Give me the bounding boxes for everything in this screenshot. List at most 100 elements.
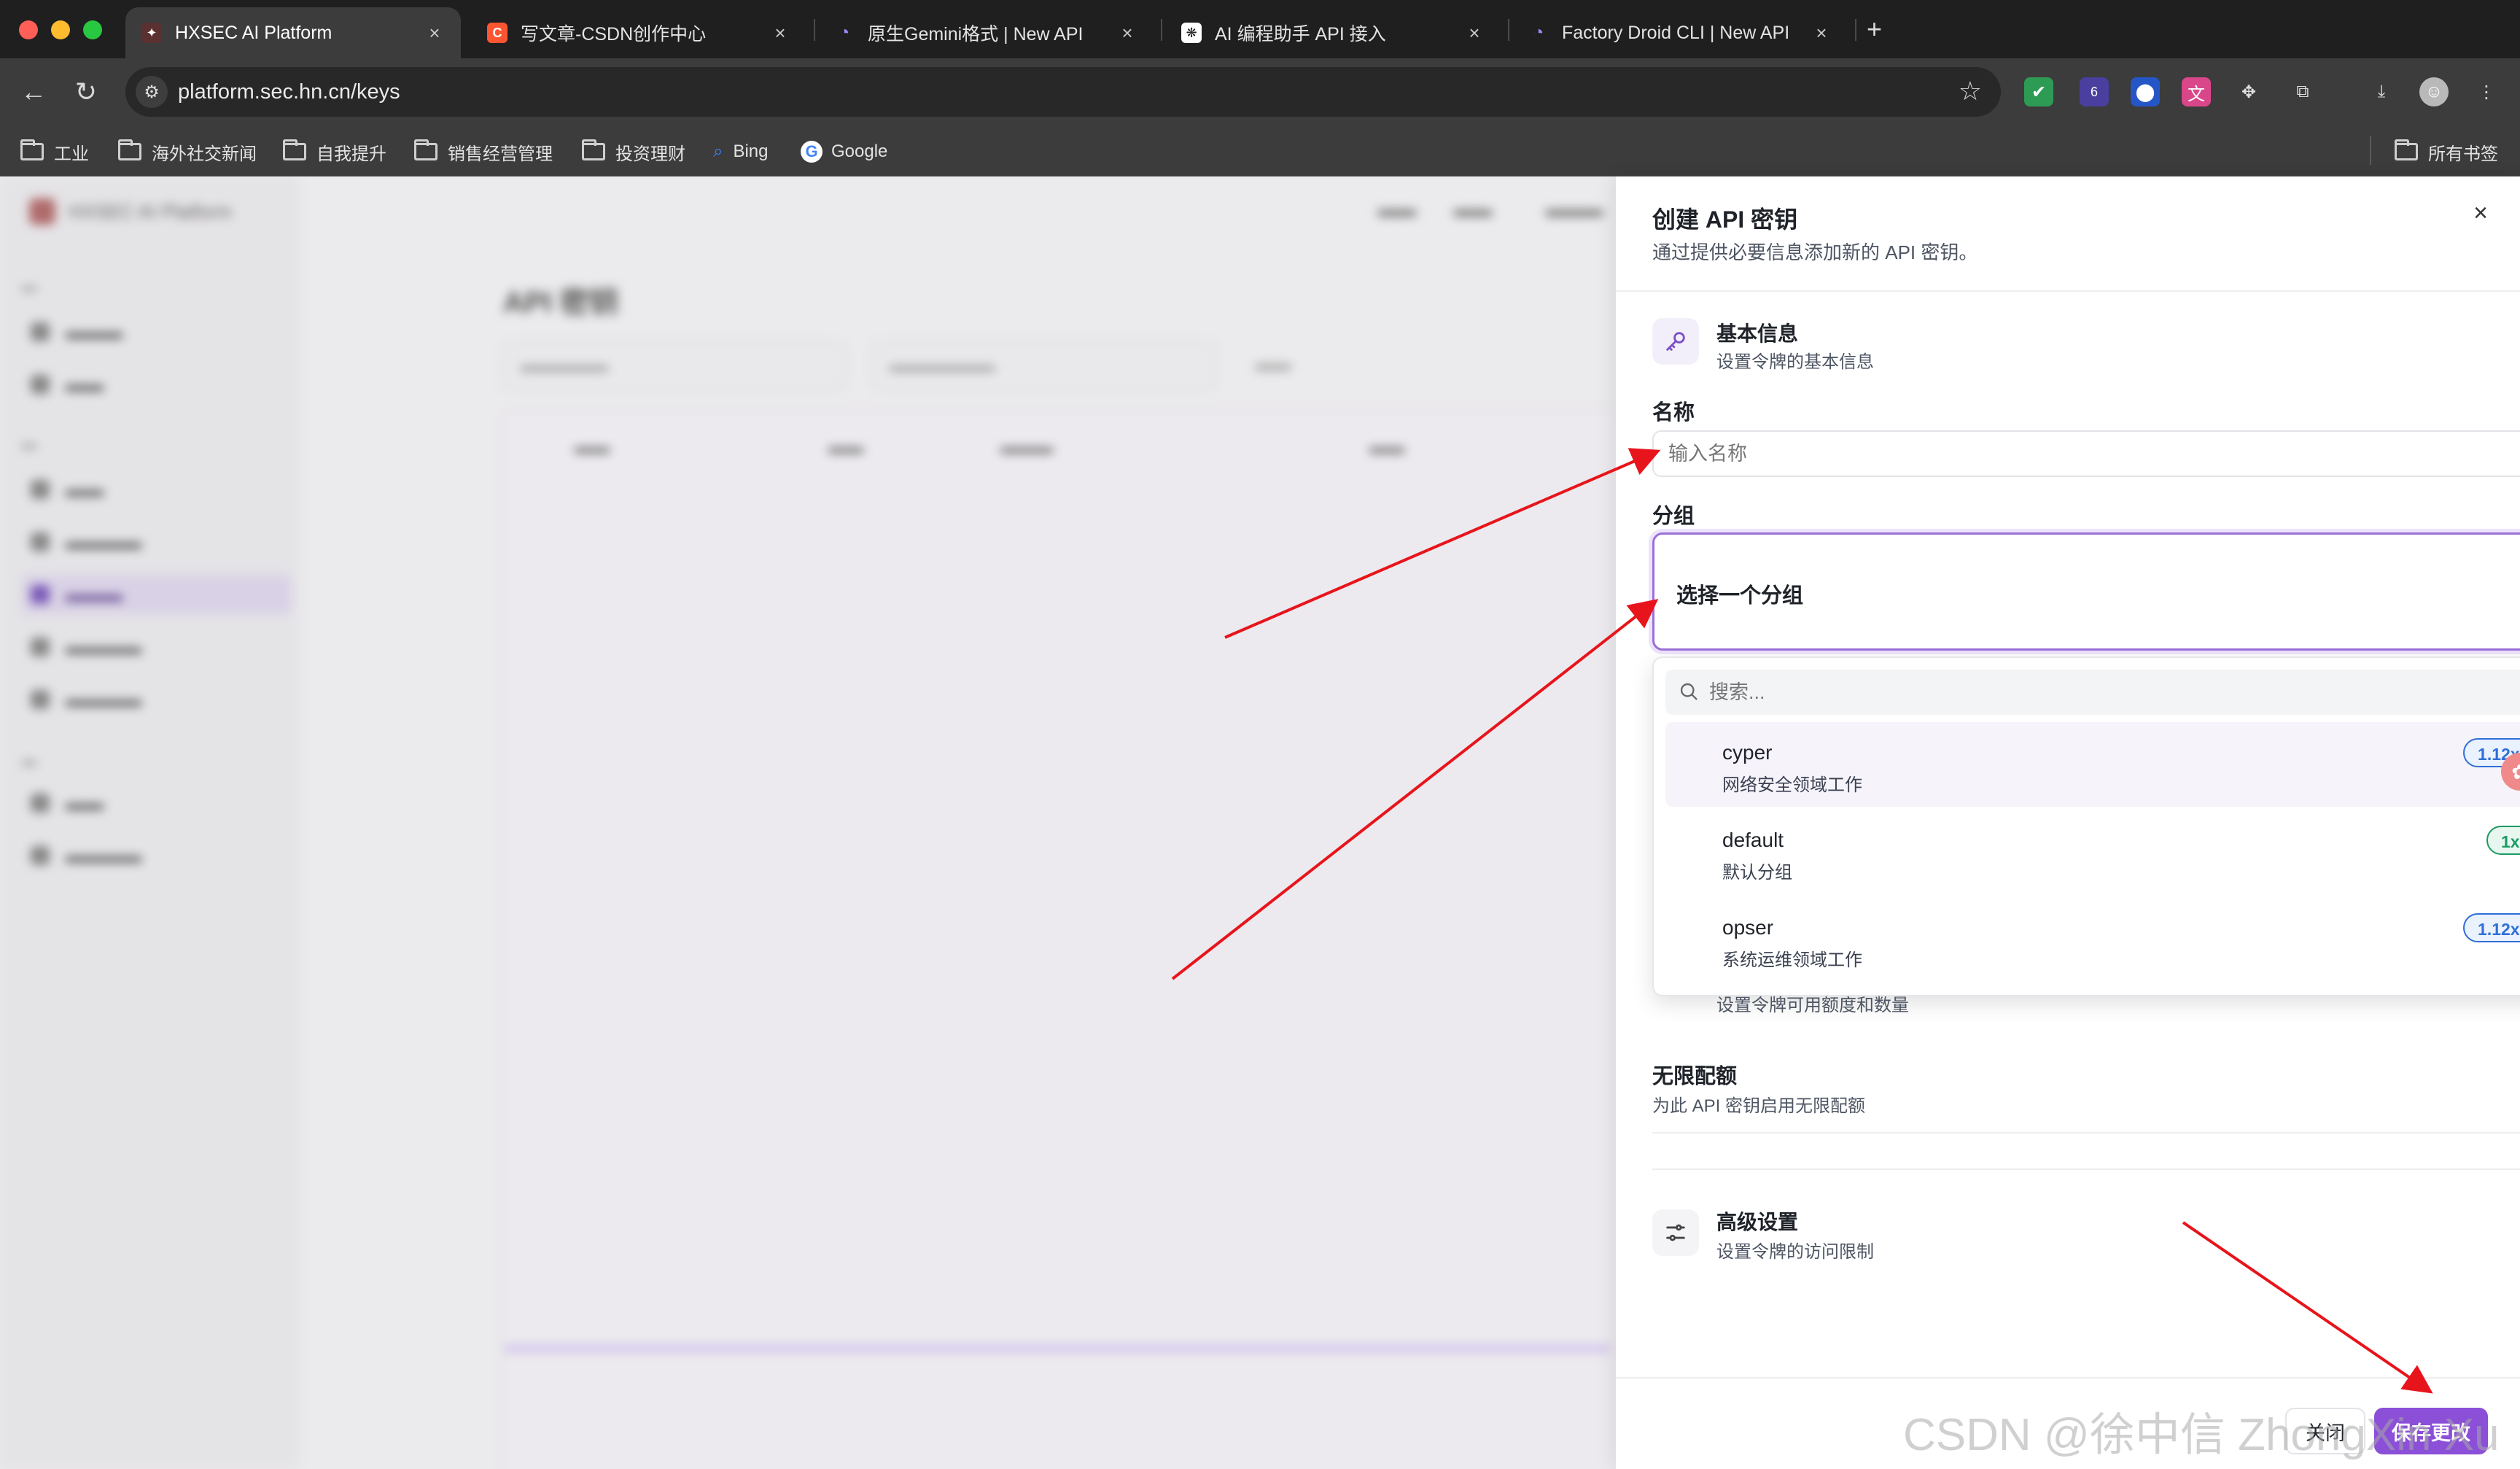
sidebar-item-icon [31, 322, 50, 341]
search-icon [1680, 683, 1698, 700]
tab-close-icon[interactable]: × [1117, 22, 1138, 44]
section-title: 基本信息 [1716, 322, 1799, 345]
key-icon [1652, 318, 1699, 365]
puzzle-extensions-icon[interactable]: ⧉ [2288, 77, 2317, 106]
window-zoom-button[interactable] [83, 20, 102, 39]
address-bar[interactable]: ⚙ platform.sec.hn.cn/keys ☆ [125, 67, 2001, 117]
bookmark-label: 工业 [54, 144, 89, 164]
page-title: API 密钥 [503, 287, 618, 319]
group-label: 分组 [1652, 505, 1695, 528]
sidebar-item: ▬▬ [22, 783, 292, 823]
sidebar-item: ▬▬▬▬ [22, 627, 292, 667]
sidebar-item: ▬▬ [22, 365, 292, 404]
group-dropdown: cyper 网络安全领域工作 1.12x 倍率 default 默认分组 1x … [1652, 656, 2520, 996]
folder-icon [118, 139, 141, 160]
folder-icon [582, 139, 605, 160]
bookmark-label: 销售经营管理 [448, 144, 553, 164]
tools-extension-icon[interactable]: ✥ [2234, 77, 2263, 106]
tab-separator [1855, 19, 1856, 41]
drawer-title: 创建 API 密钥 [1652, 206, 1798, 233]
site-settings-icon[interactable]: ⚙ [136, 76, 168, 108]
shield-extension-icon[interactable]: ✔ [2024, 77, 2053, 106]
tab-title: HXSEC AI Platform [175, 22, 332, 43]
bookmark-folder[interactable]: 销售经营管理 [414, 139, 553, 164]
bookmark-folder[interactable]: 海外社交新闻 [118, 139, 257, 164]
bookmark-star-icon[interactable]: ☆ [1959, 76, 1982, 106]
bookmark-label: 海外社交新闻 [152, 144, 257, 164]
tab-close-icon[interactable]: × [770, 22, 790, 44]
browser-tab[interactable]: ✦ HXSEC AI Platform × [125, 7, 461, 58]
create-api-key-drawer: 创建 API 密钥 通过提供必要信息添加新的 API 密钥。 × 基本信息 设置… [1616, 177, 2520, 1469]
translate-icon[interactable]: 文 [2182, 77, 2211, 106]
name-label: 名称 [1652, 401, 1695, 425]
sidebar-section: ▬ [22, 436, 36, 452]
bookmarks-bar: 工业 海外社交新闻 自我提升 销售经营管理 投资理财 ⌕ Bing G Google… [0, 125, 2520, 177]
folder-icon [414, 139, 438, 160]
sidebar-section: ▬ [22, 279, 36, 295]
bookmark-folder[interactable]: 自我提升 [283, 139, 386, 164]
group-option-cyper[interactable]: cyper 网络安全领域工作 1.12x 倍率 [1665, 722, 2520, 807]
bookmarks-divider [2370, 136, 2371, 165]
bing-search-icon: ⌕ [713, 142, 723, 161]
filter-input: ▬▬▬▬▬▬ [872, 343, 1215, 389]
page-brand: HXSEC AI Platform [29, 198, 232, 225]
search-input: ▬▬▬▬▬ [503, 343, 846, 389]
tab-title: 原生Gemini格式 | New API [868, 24, 1084, 44]
new-tab-button[interactable]: + [1867, 15, 1882, 44]
name-input[interactable] [1652, 430, 2520, 477]
sidebar-item: ▬▬▬▬ [22, 680, 292, 719]
group-search-input[interactable] [1709, 677, 2520, 708]
sidebar-item-icon [31, 480, 50, 499]
group-select[interactable]: 选择一个分组 ⌃⌄ [1652, 532, 2520, 651]
browser-tab-bar: ✦ HXSEC AI Platform × C 写文章-CSDN创作中心 × ◔… [0, 0, 2520, 58]
sidebar-item-icon [31, 846, 50, 865]
keys-table: ▬▬ ▬▬ ▬▬▬ ▬▬ [503, 410, 1616, 1469]
browser-tab[interactable]: ◔ Factory Droid CLI | New API × [1512, 7, 1848, 58]
bookmark-link[interactable]: G Google [801, 140, 887, 163]
folder-icon [283, 139, 306, 160]
bookmark-folder[interactable]: 工业 [20, 139, 89, 164]
group-option-opser[interactable]: opser 系统运维领域工作 1.12x 倍率 [1665, 897, 2520, 982]
browser-tab[interactable]: ❋ AI 编程助手 API 接入 × [1165, 7, 1501, 58]
bookmark-link[interactable]: ⌕ Bing [713, 140, 769, 163]
option-description: 系统运维领域工作 [1722, 950, 1862, 970]
option-name: cyper [1722, 741, 1773, 764]
window-minimize-button[interactable] [51, 20, 70, 39]
extension-icon[interactable]: 6 [2080, 77, 2109, 106]
group-option-default[interactable]: default 默认分组 1x 倍率 [1665, 810, 2520, 894]
brand-logo-icon [29, 198, 55, 225]
url-text[interactable]: platform.sec.hn.cn/keys [178, 80, 400, 104]
table-header: ▬▬ [1369, 438, 1404, 457]
window-close-button[interactable] [19, 20, 38, 39]
close-icon[interactable]: × [2466, 198, 2495, 228]
key-icon [31, 585, 50, 604]
download-icon[interactable]: ⤓ [2367, 77, 2396, 106]
all-bookmarks[interactable]: 所有书签 [2395, 139, 2498, 164]
browser-tab[interactable]: ◔ 原生Gemini格式 | New API × [818, 7, 1154, 58]
more-menu-icon[interactable]: ⋮ [2472, 77, 2501, 106]
folder-icon [2395, 139, 2418, 160]
tab-close-icon[interactable]: × [424, 22, 445, 44]
tab-separator [814, 19, 815, 41]
search-button: ▬▬ [1256, 354, 1291, 374]
group-search[interactable] [1665, 670, 2520, 715]
hxsec-favicon-icon: ✦ [141, 23, 162, 43]
browser-tab[interactable]: C 写文章-CSDN创作中心 × [471, 7, 806, 58]
profile-avatar-icon[interactable]: ☺ [2419, 77, 2449, 106]
bookmark-folder[interactable]: 投资理财 [582, 139, 685, 164]
browser-toolbar: ← ↻ ⚙ platform.sec.hn.cn/keys ☆ ✔ 6 ⬤ 文 … [0, 58, 2520, 125]
tab-separator [1161, 19, 1162, 41]
back-arrow-icon[interactable]: ← [13, 71, 54, 112]
table-header: ▬▬ [828, 438, 863, 457]
tab-close-icon[interactable]: × [1811, 22, 1832, 44]
reload-icon[interactable]: ↻ [66, 71, 106, 112]
sidebar-item-icon [31, 794, 50, 813]
tab-separator [1508, 19, 1509, 41]
location-pin-icon[interactable]: ⬤ [2131, 77, 2160, 106]
divider [1616, 290, 2520, 292]
bookmark-label: 自我提升 [316, 144, 386, 164]
tab-close-icon[interactable]: × [1464, 22, 1485, 44]
page-sidebar: HXSEC AI Platform ▬ ▬▬▬ ▬▬ ▬ ▬▬ ▬▬▬▬ ▬▬▬… [0, 177, 299, 1469]
section-title[interactable]: 高级设置 [1716, 1206, 1798, 1236]
section-subtitle: 设置令牌的基本信息 [1716, 352, 1874, 372]
